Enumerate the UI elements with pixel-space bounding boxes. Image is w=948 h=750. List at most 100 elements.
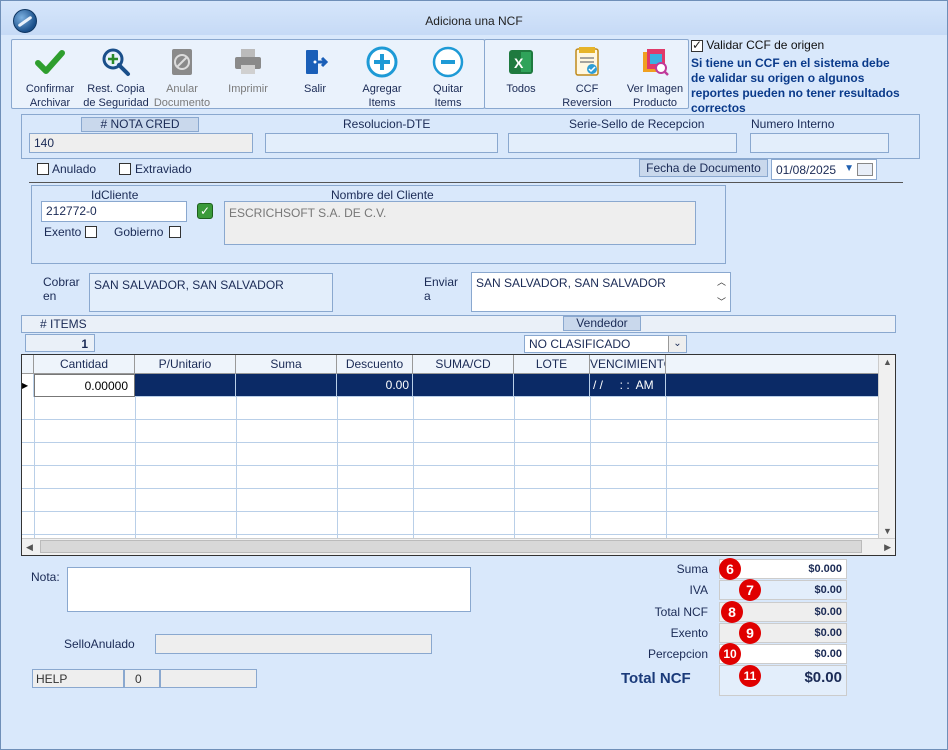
scroll-down-icon[interactable]: ﹀ — [717, 295, 726, 308]
agregar-items-button[interactable]: Agregar Items — [344, 44, 420, 109]
items-bar — [21, 315, 896, 333]
extraviado-checkbox[interactable] — [119, 163, 131, 175]
items-grid[interactable]: Cantidad P/Unitario Suma Descuento SUMA/… — [21, 354, 896, 556]
cobrar-en-field[interactable]: SAN SALVADOR, SAN SALVADOR — [89, 273, 333, 312]
vendedor-value: NO CLASIFICADO — [529, 337, 631, 351]
grid-line — [236, 397, 237, 538]
ver-imagen-label: Ver Imagen Producto — [626, 83, 684, 109]
nota-cred-field[interactable]: 140 — [29, 133, 253, 153]
ccf-document-icon — [575, 47, 599, 76]
gobierno-checkbox[interactable] — [169, 226, 181, 238]
serie-sello-field[interactable] — [508, 133, 737, 153]
resolucion-label: Resolucion-DTE — [343, 117, 431, 131]
minus-circle-icon — [432, 46, 464, 78]
badge-11: 11 — [739, 665, 761, 687]
col-vencimiento[interactable]: VENCIMIENTO — [590, 355, 666, 374]
badge-6: 6 — [719, 558, 741, 580]
nota-field[interactable] — [67, 567, 471, 612]
ccf-reversion-label: CCF Reversion — [562, 83, 612, 109]
fecha-documento-field[interactable]: 01/08/2025 ▼ — [771, 159, 877, 180]
enviar-a-field[interactable]: SAN SALVADOR, SAN SALVADOR ︿ ﹀ — [471, 272, 731, 312]
enviar-a-label: Enviar a — [424, 275, 459, 303]
vertical-scrollbar[interactable]: ▲ ▼ — [878, 355, 895, 538]
badge-7: 7 — [739, 579, 761, 601]
col-punitario[interactable]: P/Unitario — [135, 355, 236, 374]
col-cantidad[interactable]: Cantidad — [34, 355, 135, 374]
vendedor-label: Vendedor — [563, 316, 641, 331]
imprimir-button[interactable]: Imprimir — [210, 44, 286, 108]
rest-copia-button[interactable]: Rest. Copia de Seguridad — [78, 44, 154, 109]
todos-label: Todos — [506, 83, 536, 95]
scroll-up-arrow-icon[interactable]: ▲ — [883, 357, 892, 367]
grid-line — [135, 397, 136, 538]
col-suma-cd[interactable]: SUMA/CD — [413, 355, 514, 374]
calendar-icon[interactable] — [857, 163, 873, 176]
validar-ccf-checkbox[interactable] — [691, 38, 703, 52]
grid-line — [590, 397, 591, 538]
col-lote[interactable]: LOTE — [514, 355, 590, 374]
help-field: HELP — [32, 669, 124, 688]
ccf-reversion-button[interactable]: CCF Reversion — [549, 44, 625, 109]
validar-ccf-label: Validar CCF de origen — [706, 38, 825, 52]
serie-sello-label: Serie-Sello de Recepcion — [569, 117, 705, 131]
gobierno-label: Gobierno — [114, 225, 164, 239]
help-number-field: 0 — [124, 669, 160, 688]
anular-documento-button[interactable]: Anular Documento — [144, 44, 220, 109]
grid-line — [514, 397, 515, 538]
product-image-icon — [643, 49, 669, 76]
anulado-checkbox[interactable] — [37, 163, 49, 175]
window-title: Adiciona una NCF — [425, 14, 523, 28]
salir-button[interactable]: Salir — [277, 44, 353, 108]
col-suma[interactable]: Suma — [236, 355, 337, 374]
grand-total-value: $0.00 — [719, 665, 847, 696]
exento-total-label: Exento — [670, 626, 708, 640]
quitar-items-button[interactable]: Quitar Items — [410, 44, 486, 109]
table-row[interactable]: ▶ 0.00000 0.00 / / : : AM — [22, 374, 879, 397]
table-row-empty[interactable] — [22, 397, 879, 420]
scroll-left-arrow-icon[interactable]: ◀ — [26, 542, 33, 553]
horizontal-scrollbar[interactable]: ◀ ▶ — [22, 538, 895, 555]
vendedor-select[interactable]: NO CLASIFICADO ⌄ — [524, 335, 687, 353]
dropdown-arrow-icon[interactable]: ▼ — [844, 163, 854, 174]
table-row-empty[interactable] — [22, 512, 879, 535]
cell-punitario[interactable] — [135, 374, 236, 397]
salir-label: Salir — [303, 83, 326, 95]
numero-interno-field[interactable] — [750, 133, 889, 153]
id-cliente-field[interactable]: 212772-0 — [41, 201, 187, 222]
grid-line — [666, 397, 667, 538]
nombre-cliente-field[interactable]: ESCRICHSOFT S.A. DE C.V. — [224, 201, 696, 245]
cell-vencimiento[interactable]: / / : : AM — [590, 374, 666, 397]
cell-lote[interactable] — [514, 374, 590, 397]
items-count-field: 1 — [25, 334, 95, 352]
grid-line — [34, 397, 35, 538]
ver-imagen-button[interactable]: Ver Imagen Producto — [617, 44, 693, 109]
exit-door-icon — [306, 50, 329, 74]
exento-checkbox[interactable] — [85, 226, 97, 238]
plus-circle-icon — [366, 46, 398, 78]
scrollbar-thumb[interactable] — [40, 540, 862, 553]
cell-cantidad[interactable]: 0.00000 — [34, 374, 135, 397]
cell-descuento[interactable]: 0.00 — [337, 374, 413, 397]
todos-excel-button[interactable]: X Todos — [483, 44, 559, 108]
cell-suma[interactable] — [236, 374, 337, 397]
table-row-empty[interactable] — [22, 443, 879, 466]
validar-ccf-checkbox-row[interactable]: Validar CCF de origen — [691, 38, 824, 52]
percepcion-label: Percepcion — [647, 647, 708, 661]
sello-anulado-field[interactable] — [155, 634, 432, 654]
table-row-empty[interactable] — [22, 420, 879, 443]
validate-check-icon[interactable]: ✓ — [197, 203, 213, 219]
numero-interno-label: Numero Interno — [751, 117, 835, 131]
exento-label: Exento — [44, 225, 82, 239]
table-row-empty[interactable] — [22, 489, 879, 512]
scroll-down-arrow-icon[interactable]: ▼ — [883, 526, 892, 536]
cell-suma-cd[interactable] — [413, 374, 514, 397]
scroll-right-arrow-icon[interactable]: ▶ — [884, 542, 891, 553]
zoom-restore-icon — [102, 48, 130, 76]
resolucion-field[interactable] — [265, 133, 498, 153]
col-descuento[interactable]: Descuento — [337, 355, 413, 374]
scroll-up-icon[interactable]: ︿ — [717, 275, 726, 288]
items-count-label: # ITEMS — [40, 317, 87, 331]
confirmar-archivar-button[interactable]: Confirmar Archivar — [12, 44, 88, 109]
table-row-empty[interactable] — [22, 466, 879, 489]
chevron-down-icon[interactable]: ⌄ — [668, 336, 686, 352]
